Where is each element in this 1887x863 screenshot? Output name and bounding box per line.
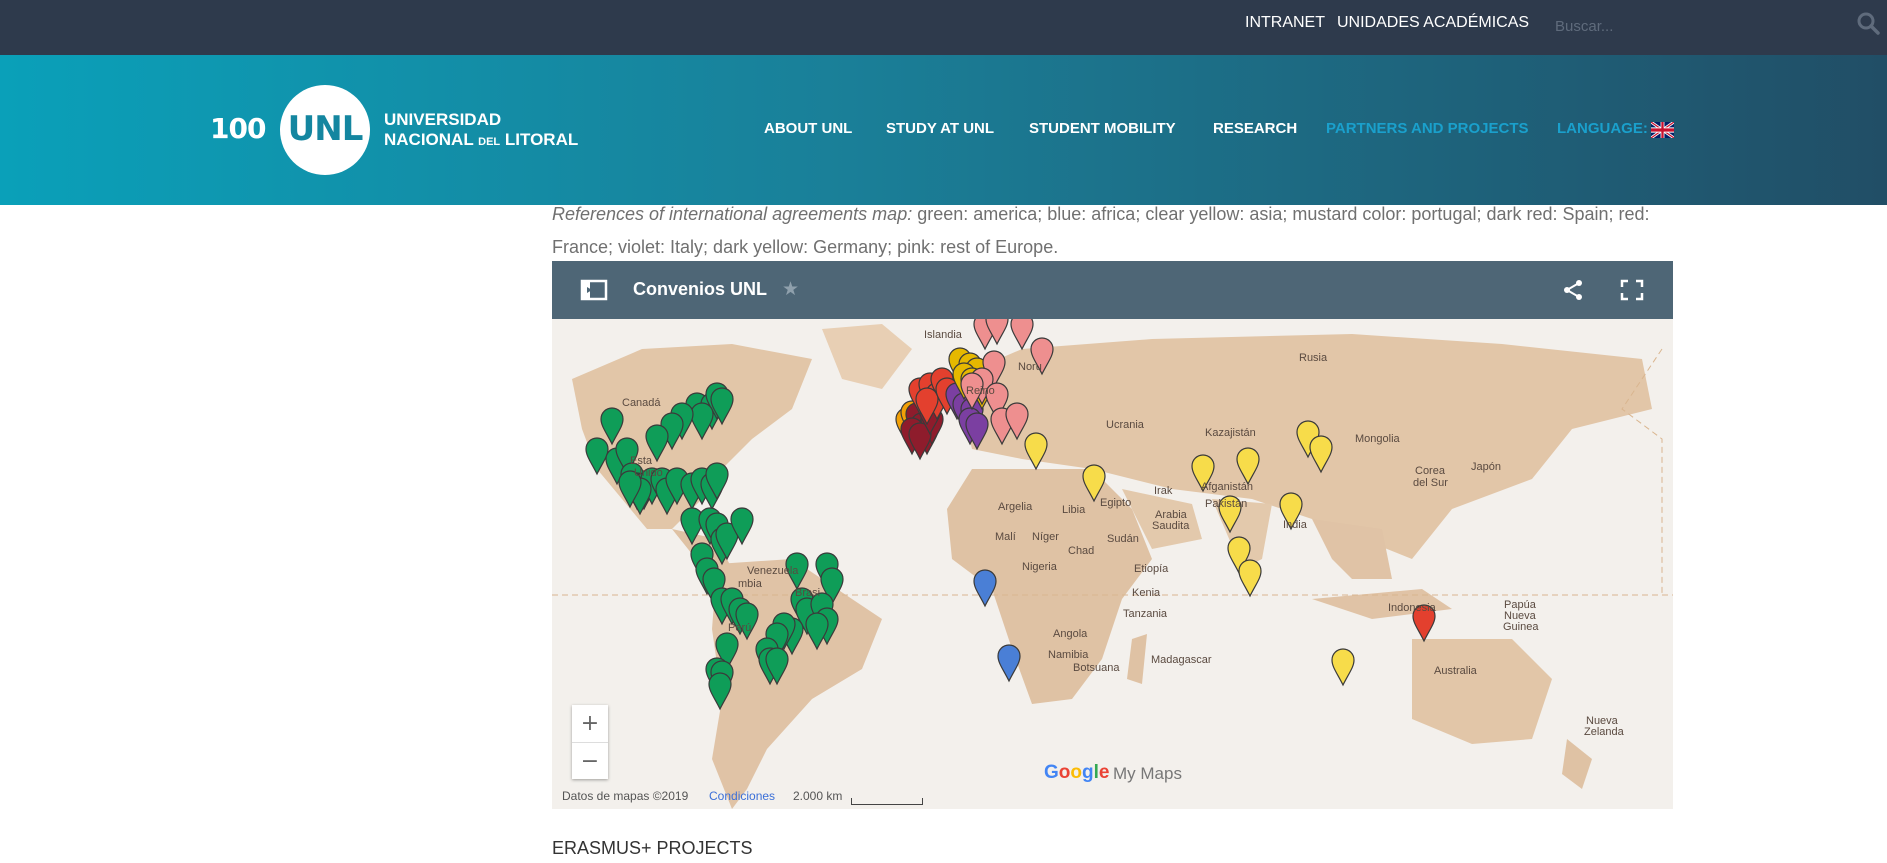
embedded-map[interactable]: Convenios UNL ★ Islandia Noru Rusia Cana… xyxy=(552,261,1673,809)
label-nueva-zelanda-2: Zelanda xyxy=(1584,726,1624,738)
scale-label: 2.000 km xyxy=(793,789,843,803)
label-mali: Malí xyxy=(995,531,1016,543)
search-input[interactable] xyxy=(1553,10,1857,42)
unidades-academicas-link[interactable]: UNIDADES ACADÉMICAS xyxy=(1337,14,1529,32)
map-canvas[interactable]: Islandia Noru Rusia Canadá Reino Ucrania… xyxy=(552,319,1673,809)
nav-research[interactable]: RESEARCH xyxy=(1213,120,1297,137)
star-icon[interactable]: ★ xyxy=(782,278,799,301)
label-botsuana: Botsuana xyxy=(1073,662,1120,674)
map-title: Convenios UNL xyxy=(633,279,768,299)
label-pakistan: Pakistán xyxy=(1205,498,1248,510)
label-corea: Corea xyxy=(1415,465,1445,477)
logo-centenary-number: 100 xyxy=(210,112,266,145)
logo-text[interactable]: UNIVERSIDAD NACIONAL DEL LITORAL xyxy=(384,110,578,152)
share-icon[interactable] xyxy=(1562,279,1584,301)
intranet-link[interactable]: INTRANET xyxy=(1245,14,1325,32)
label-estados: Esta xyxy=(630,455,653,467)
uk-flag-icon[interactable] xyxy=(1651,122,1674,138)
map-data-attribution: Datos de mapas ©2019 xyxy=(562,789,689,803)
erasmus-projects-heading: ERASMUS+ PROJECTS xyxy=(552,838,753,858)
label-del-sur: del Sur xyxy=(1413,477,1448,489)
nav-about-unl[interactable]: ABOUT UNL xyxy=(764,120,852,137)
label-japon: Japón xyxy=(1471,461,1501,473)
map-header: Convenios UNL ★ xyxy=(552,261,1673,319)
nav-partners-and-projects[interactable]: PARTNERS AND PROJECTS xyxy=(1326,120,1529,137)
top-utility-bar: INTRANET UNIDADES ACADÉMICAS xyxy=(0,0,1887,55)
terms-link[interactable]: Condiciones xyxy=(709,789,775,803)
fullscreen-icon[interactable] xyxy=(1620,279,1644,301)
label-ucrania: Ucrania xyxy=(1106,419,1144,431)
label-colombia: mbia xyxy=(738,578,762,590)
label-kazajistan: Kazajistán xyxy=(1205,427,1256,439)
label-rusia: Rusia xyxy=(1299,352,1328,364)
label-nueva-guinea-2: Guinea xyxy=(1503,621,1539,633)
label-angola: Angola xyxy=(1053,628,1088,640)
logo-line-2: NACIONAL DEL LITORAL xyxy=(384,130,579,149)
search-icon[interactable] xyxy=(1855,10,1883,38)
label-peru: Perú xyxy=(728,622,752,634)
label-australia: Australia xyxy=(1434,665,1477,677)
scale-bar xyxy=(851,798,923,805)
my-maps-label: My Maps xyxy=(1113,764,1182,783)
nav-student-mobility[interactable]: STUDENT MOBILITY xyxy=(1029,120,1176,137)
logo-acronym: UNL xyxy=(287,109,364,149)
label-nigeria: Nigeria xyxy=(1022,561,1057,573)
label-chad: Chad xyxy=(1068,545,1095,557)
label-kenia: Kenia xyxy=(1132,587,1161,599)
label-argelia: Argelia xyxy=(998,501,1033,513)
zoom-in-button[interactable]: + xyxy=(572,705,608,743)
label-afganistan: Afganistán xyxy=(1201,481,1253,493)
label-unidos: Unido xyxy=(634,467,663,479)
label-libia: Libia xyxy=(1062,504,1086,516)
label-tanzania: Tanzania xyxy=(1123,608,1168,620)
site-header: 100 UNL UNIVERSIDAD NACIONAL DEL LITORAL… xyxy=(0,55,1887,205)
label-irak: Irak xyxy=(1154,485,1173,497)
google-logo: Google xyxy=(1044,762,1110,783)
references-lead: References of international agreements m… xyxy=(552,204,913,224)
label-niger: Níger xyxy=(1032,531,1059,543)
label-brasil: Brasi xyxy=(795,587,821,599)
label-saudita: Saudita xyxy=(1152,520,1190,532)
nav-study-at-unl[interactable]: STUDY AT UNL xyxy=(886,120,994,137)
label-mongolia: Mongolia xyxy=(1355,433,1400,445)
world-map-graphic xyxy=(552,319,1673,809)
label-india: India xyxy=(1283,519,1307,531)
label-namibia: Namibia xyxy=(1048,649,1089,661)
logo-line-1: UNIVERSIDAD xyxy=(384,110,502,129)
map-references-text: References of international agreements m… xyxy=(552,198,1672,264)
label-reino: Reino xyxy=(966,385,995,397)
label-madagascar: Madagascar xyxy=(1151,654,1212,666)
zoom-controls: + − xyxy=(572,705,608,779)
logo-circle[interactable]: UNL xyxy=(280,85,370,175)
label-islandia: Islandia xyxy=(924,329,962,341)
label-venezuela: Venezuela xyxy=(747,565,799,577)
label-noruega: Noru xyxy=(1018,361,1042,373)
label-indonesia: Indonesia xyxy=(1388,602,1436,614)
nav-language[interactable]: LANGUAGE: xyxy=(1557,120,1648,137)
label-etiopia: Etiopía xyxy=(1134,563,1169,575)
label-canada: Canadá xyxy=(622,397,661,409)
legend-toggle-icon[interactable] xyxy=(580,279,608,301)
label-sudan: Sudán xyxy=(1107,533,1139,545)
zoom-out-button[interactable]: − xyxy=(572,743,608,780)
label-egipto: Egipto xyxy=(1100,497,1132,509)
